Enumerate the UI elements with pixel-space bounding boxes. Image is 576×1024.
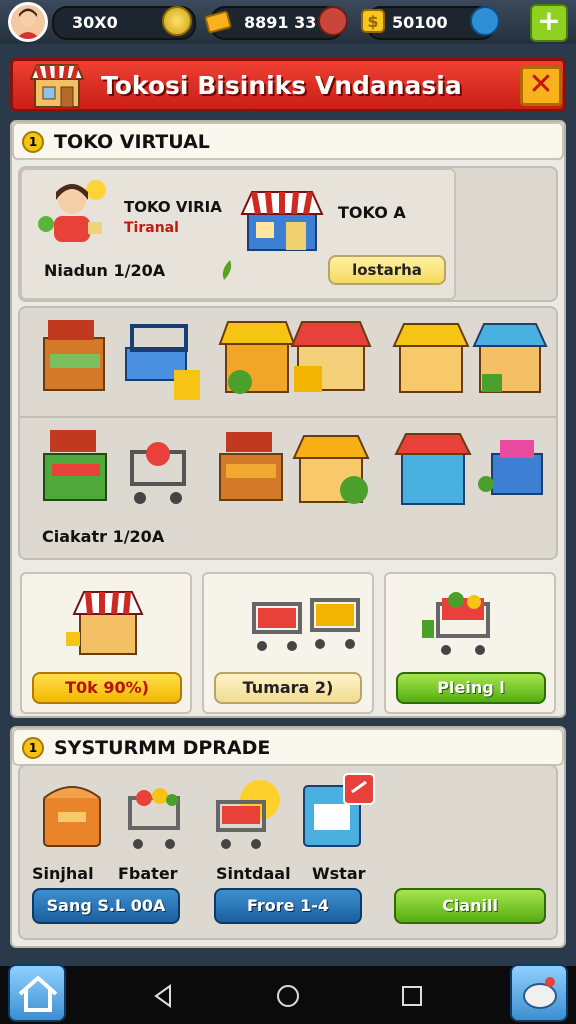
upgrade-label-4: Wstar — [312, 864, 366, 883]
blue-cart-icon — [125, 324, 200, 400]
wheel-icon[interactable] — [318, 6, 348, 36]
blue-kiosk-icon — [394, 433, 472, 505]
fruit-cart-icon — [128, 788, 180, 849]
puzzle-icon[interactable] — [470, 6, 500, 36]
recents-icon[interactable] — [401, 985, 423, 1007]
grid-divider — [20, 416, 556, 418]
offer-3-button[interactable]: Pleing l — [396, 672, 546, 704]
upgrade-label-2: Fbater — [118, 864, 178, 883]
shopping-cart-icon — [130, 442, 186, 504]
svg-text:$: $ — [367, 12, 378, 31]
shop-row-1 — [43, 320, 548, 400]
upgrade-button-3[interactable]: Cianill — [394, 888, 546, 924]
profile-date: Niadun 1/20A — [44, 261, 166, 280]
small-shop-icon — [66, 591, 144, 655]
profile-subtitle: Tiranal — [124, 220, 179, 236]
cash-icon: $ — [361, 9, 385, 33]
shop-a-icon — [240, 191, 324, 251]
add-currency-button[interactable]: + — [530, 4, 568, 42]
upgrade-title: SYSTURMM DPRADE — [54, 737, 271, 759]
shop-row-2 — [43, 430, 543, 505]
shopkeeper-icon — [38, 180, 106, 242]
upgrade-label-3: Sintdaal — [216, 864, 291, 883]
piggy-bank-button[interactable] — [510, 964, 568, 1022]
piggy-bank-icon — [523, 977, 557, 1009]
system-nav-bar — [0, 964, 576, 1024]
player-avatar[interactable] — [8, 2, 48, 42]
orange-shop-icon — [292, 435, 370, 504]
title-banner: Tokosi Bisiniks Vndanasia — [10, 58, 566, 112]
upgrade-header: 1 SYSTURMM DPRADE — [12, 728, 564, 766]
two-carts-icon — [252, 598, 360, 651]
coin-value: 30X0 — [72, 13, 118, 32]
gold-bars-icon — [204, 10, 232, 34]
market-stall-icon — [43, 320, 105, 391]
top-resource-bar: 30X0 8891 33 50100 $ + — [0, 0, 576, 44]
offer-2-button[interactable]: Tumara 2) — [214, 672, 362, 704]
section-title: TOKO VIRTUAL — [54, 131, 210, 153]
offer-1-button[interactable]: T0k 90%) — [32, 672, 182, 704]
sunny-cart-icon — [216, 780, 280, 849]
coin-icon: 1 — [22, 737, 44, 759]
gold-coin-icon — [162, 6, 192, 36]
green-stall-icon — [43, 430, 107, 501]
upgrade-label-1: Sinjhal — [32, 864, 94, 883]
home-game-button[interactable] — [8, 964, 66, 1022]
cash-value: 50100 — [392, 13, 448, 32]
coin-icon: 1 — [22, 131, 44, 153]
close-button[interactable]: ✕ — [520, 66, 562, 106]
red-awning-shop-icon — [290, 321, 372, 392]
virtual-shop-header: 1 TOKO VIRTUAL — [12, 122, 564, 160]
grid-caption: Ciakatr 1/20A — [42, 527, 165, 546]
banner-title: Tokosi Bisiniks Vndanasia — [101, 71, 462, 100]
yellow-stall-icon — [392, 323, 470, 393]
yellow-shop-icon — [218, 321, 296, 394]
home-icon — [18, 975, 58, 1012]
orange-store-icon — [43, 786, 101, 847]
gems-value: 8891 33 — [244, 13, 317, 32]
upgrade-button-1[interactable]: Sang S.L 00A — [32, 888, 180, 924]
upgrade-button-2[interactable]: Frore 1-4 — [214, 888, 362, 924]
produce-cart-icon — [422, 592, 490, 655]
shop-logo-icon — [29, 64, 85, 108]
app-store-icon — [303, 773, 375, 847]
home-circle-icon[interactable] — [275, 983, 301, 1009]
produce-stall-icon — [219, 432, 283, 501]
back-icon[interactable] — [152, 984, 176, 1008]
blue-awning-shop-icon — [472, 323, 548, 393]
blue-cart-goods-icon — [478, 440, 543, 495]
profile-name: TOKO VIRIA — [124, 198, 222, 216]
leaf-icon — [222, 260, 232, 280]
shop-a-tag[interactable]: lostarha — [328, 255, 446, 285]
shop-a-name: TOKO A — [338, 203, 406, 222]
